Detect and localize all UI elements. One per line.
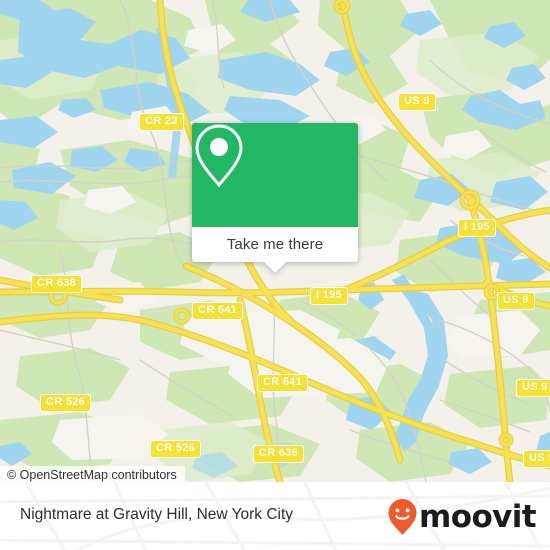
place-title-label: Nightmare at Gravity Hill, New York City <box>20 506 294 523</box>
road-shield: I 195 <box>310 287 348 305</box>
road-shield: CR 641 <box>192 302 244 320</box>
take-me-there-button[interactable]: Take me there <box>192 227 358 262</box>
map-screenshot: CR 23 US 9 I 195 CR 638 CR 641 I 195 US … <box>0 0 550 550</box>
callout-tail <box>264 262 286 273</box>
road-shield: US 9 <box>516 379 550 397</box>
moovit-logo[interactable]: moovit <box>387 498 537 536</box>
road-shield: CR 526 <box>150 440 202 458</box>
road-shield: CR 641 <box>257 374 309 392</box>
take-me-there-label: Take me there <box>226 236 324 253</box>
road-shield: CR 526 <box>40 394 92 412</box>
road-shield: US 9 <box>523 450 550 468</box>
osm-attribution-label: © OpenStreetMap contributors <box>7 468 177 482</box>
moovit-wordmark: moovit <box>419 498 537 535</box>
page-title: Nightmare at Gravity Hill, New York City <box>20 506 293 524</box>
road-shield: CR 638 <box>31 275 83 293</box>
road-shield: US 9 <box>497 292 535 310</box>
callout-pin-panel <box>192 123 358 227</box>
road-shield: CR 636 <box>253 445 305 463</box>
location-callout-card[interactable]: Take me there <box>192 123 358 273</box>
road-shield: CR 23 <box>139 113 184 131</box>
road-shield: I 195 <box>458 219 496 237</box>
road-shield: US 9 <box>398 93 436 111</box>
location-pin-icon <box>195 124 243 188</box>
map-canvas[interactable]: CR 23 US 9 I 195 CR 638 CR 641 I 195 US … <box>0 0 550 482</box>
footer-bar: Nightmare at Gravity Hill, New York City… <box>0 482 550 550</box>
moovit-smiley-pin-icon <box>388 499 417 535</box>
osm-attribution[interactable]: © OpenStreetMap contributors <box>0 466 185 482</box>
